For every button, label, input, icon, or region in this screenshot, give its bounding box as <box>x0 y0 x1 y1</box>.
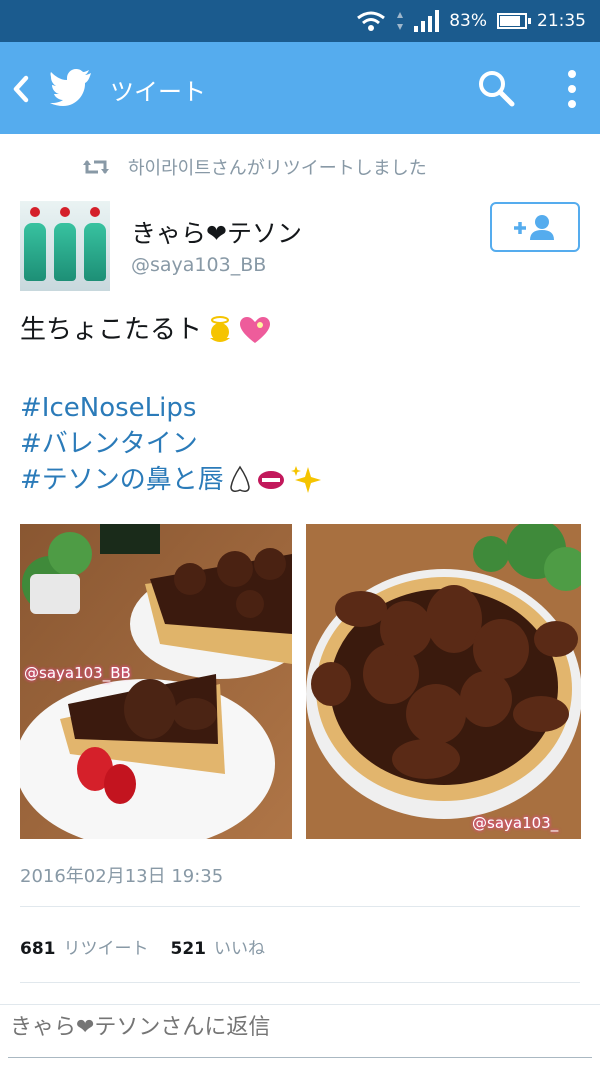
twitter-bird-icon <box>50 69 91 106</box>
reply-bar <box>0 1004 600 1066</box>
battery-fill <box>500 16 520 26</box>
reply-underline <box>8 1057 592 1058</box>
wifi-icon <box>357 11 386 31</box>
battery-percent: 83% <box>449 11 487 31</box>
like-count[interactable]: 521 <box>171 939 207 959</box>
signal-icon <box>414 10 440 32</box>
retweet-count[interactable]: 681 <box>20 939 56 959</box>
retweet-attribution[interactable]: 하이라이트さんがリツイートしました <box>82 154 427 180</box>
follow-button[interactable] <box>490 202 580 252</box>
tweet-stats: 681 リツイート 521 いいね <box>20 934 279 959</box>
author-display-name[interactable]: きゃら❤テソン <box>131 214 302 250</box>
avatar[interactable] <box>20 201 110 291</box>
tweet-photo[interactable]: @saya103_ <box>306 524 581 839</box>
tweet-photo[interactable]: @saya103_BB <box>20 524 292 839</box>
battery-icon <box>497 13 531 29</box>
retweet-count-label[interactable]: リツイート <box>64 934 149 959</box>
hashtag-list: #IceNoseLips #バレンタイン #テソンの鼻と唇 <box>20 390 322 498</box>
hashtag-link[interactable]: #バレンタイン <box>20 426 198 462</box>
chevron-left-icon[interactable] <box>8 72 34 106</box>
divider <box>20 982 580 983</box>
chocolate-tart-whole-image <box>306 524 581 839</box>
add-user-icon <box>514 215 554 240</box>
retweet-icon <box>83 160 109 174</box>
sparkles-emoji-icon <box>290 466 321 493</box>
tweet-text: 生ちょこたるト <box>20 312 272 348</box>
lips-emoji-icon <box>257 471 284 489</box>
page-title: ツイート <box>110 78 206 106</box>
app-bar: ツイート <box>0 42 600 134</box>
reply-input[interactable] <box>10 1015 590 1040</box>
photo-watermark: @saya103_ <box>472 814 559 832</box>
like-count-label[interactable]: いいね <box>214 934 265 959</box>
heart-emoji-icon <box>240 317 271 343</box>
divider <box>20 906 580 907</box>
photo-watermark: @saya103_BB <box>24 664 131 682</box>
retweet-text: 하이라이트さんがリツイートしました <box>128 158 427 179</box>
author-handle[interactable]: @saya103_BB <box>131 254 266 276</box>
status-bar: 83% 21:35 <box>0 0 600 42</box>
hashtag-link[interactable]: #テソンの鼻と唇 <box>20 462 224 498</box>
data-arrows-icon <box>397 12 404 30</box>
hashtag-link[interactable]: #IceNoseLips <box>20 390 196 426</box>
search-icon[interactable] <box>476 68 516 108</box>
nose-emoji-icon <box>230 465 250 492</box>
more-vertical-icon[interactable] <box>560 68 584 110</box>
tweet-body: 生ちょこたるト <box>20 315 203 345</box>
clock: 21:35 <box>537 11 586 31</box>
angel-emoji-icon <box>210 316 231 342</box>
tweet-timestamp: 2016年02月13日 19:35 <box>20 866 224 887</box>
